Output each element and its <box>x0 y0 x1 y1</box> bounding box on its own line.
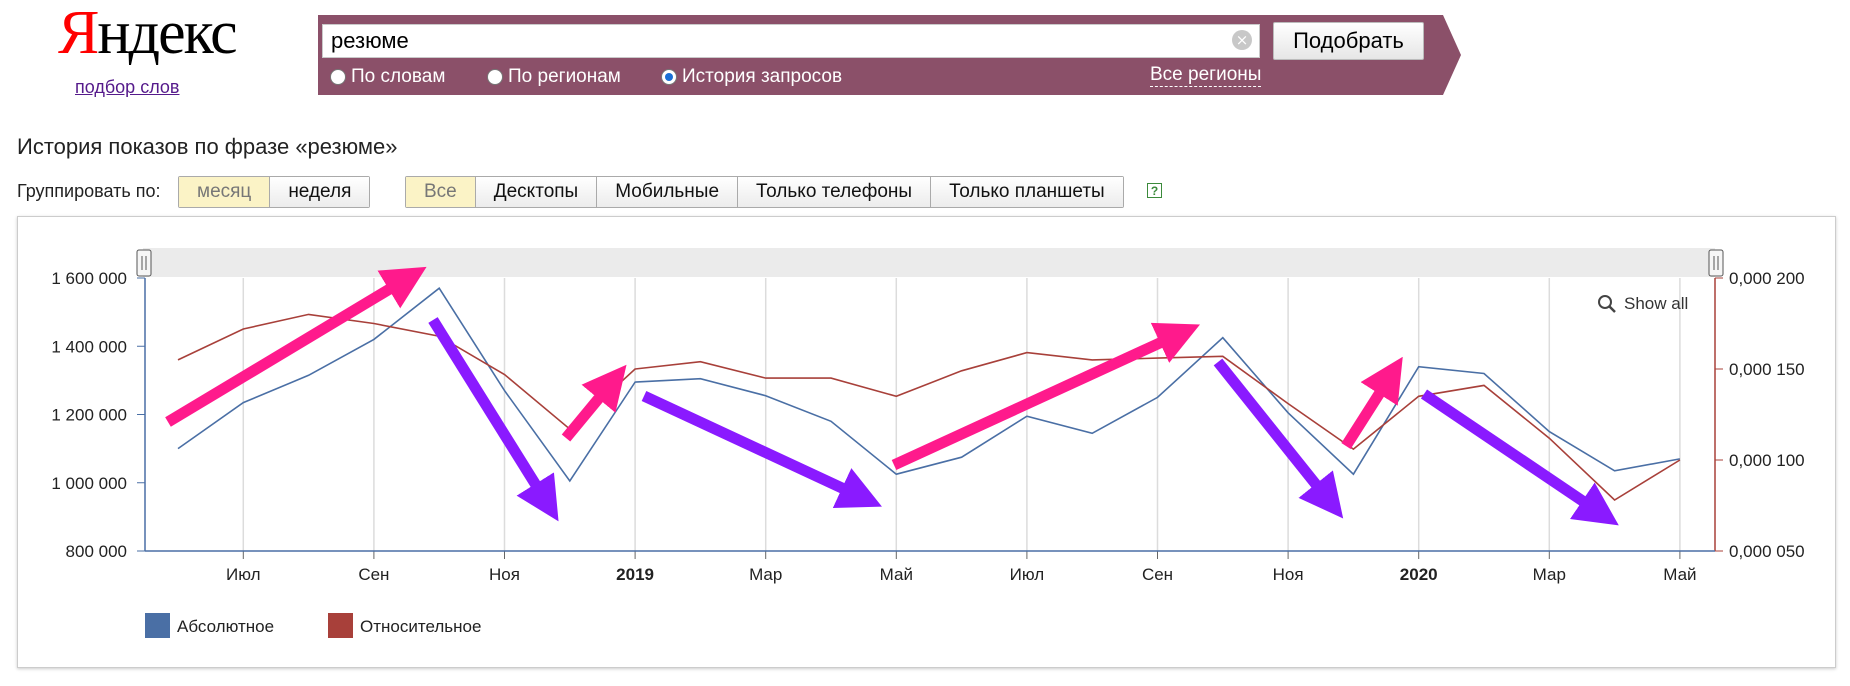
x-tick-label: Июл <box>226 565 261 584</box>
y-left-tick-label: 800 000 <box>66 542 127 561</box>
legend-label-absolute[interactable]: Абсолютное <box>177 617 274 636</box>
navigator-handle-right[interactable] <box>1708 249 1724 277</box>
y-right-tick-label: 0,000 150 <box>1729 360 1805 379</box>
show-all-label: Show all <box>1624 294 1688 313</box>
x-tick-label: Ноя <box>1273 565 1304 584</box>
legend: Абсолютное Относительное <box>145 613 481 638</box>
y-left-tick-label: 1 000 000 <box>51 474 127 493</box>
show-all-button[interactable]: Show all <box>1598 294 1688 313</box>
x-tick-label: Май <box>880 565 913 584</box>
x-tick-label: Мар <box>749 565 782 584</box>
navigator-handle-left[interactable] <box>136 249 152 277</box>
axes <box>137 277 1723 559</box>
x-tick-label: 2020 <box>1400 565 1438 584</box>
series-lines <box>177 287 1681 502</box>
x-tick-label: Сен <box>358 565 389 584</box>
navigator-band[interactable] <box>143 248 1715 277</box>
y-right-tick-label: 0,000 100 <box>1729 451 1805 470</box>
y-right-tick-label: 0,000 050 <box>1729 542 1805 561</box>
y-left-tick-label: 1 400 000 <box>51 337 127 356</box>
x-tick-label: Мар <box>1533 565 1566 584</box>
x-tick-label: Ноя <box>489 565 520 584</box>
history-chart: Июл Сен Ноя 2019 Мар Май Июл Сен Ноя 2020 Мар Май 80… <box>51 248 1805 638</box>
annotation-arrows <box>165 266 1619 526</box>
x-tick-label: 2019 <box>616 565 654 584</box>
y-right-tick-label: 0,000 200 <box>1729 269 1805 288</box>
y-left-tick-label: 1 200 000 <box>51 406 127 425</box>
series-line-relative <box>177 313 1681 502</box>
legend-swatch-absolute[interactable] <box>145 613 170 638</box>
x-tick-label: Июл <box>1010 565 1045 584</box>
arrow-down-3 <box>1213 358 1344 519</box>
arrow-up-1 <box>165 266 427 427</box>
tick-labels: Июл Сен Ноя 2019 Мар Май Июл Сен Ноя 2020 Мар Май 80… <box>51 269 1804 584</box>
arrow-up-3 <box>891 322 1200 470</box>
arrow-down-4 <box>1420 389 1619 526</box>
legend-label-relative[interactable]: Относительное <box>360 617 481 636</box>
x-tick-label: Май <box>1663 565 1696 584</box>
arrow-down-1 <box>428 317 559 522</box>
arrow-up-4 <box>1341 356 1403 449</box>
zoom-icon-handle <box>1608 305 1616 313</box>
x-tick-label: Сен <box>1142 565 1173 584</box>
legend-swatch-relative[interactable] <box>328 613 353 638</box>
arrow-down-2 <box>641 391 882 508</box>
y-left-tick-label: 1 600 000 <box>51 269 127 288</box>
